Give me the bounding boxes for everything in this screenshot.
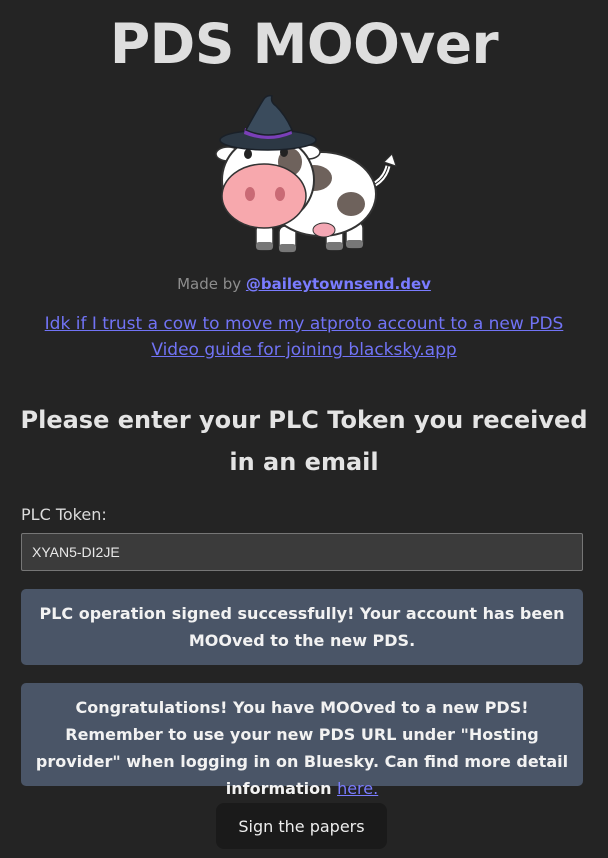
credit-prefix: Made by	[177, 275, 246, 293]
here-link[interactable]: here.	[337, 779, 378, 798]
plc-token-label: PLC Token:	[21, 505, 107, 524]
success-message: PLC operation signed successfully! Your …	[21, 589, 583, 665]
congrats-text: Congratulations! You have MOOved to a ne…	[35, 698, 569, 798]
page-title: PDS MOOver	[109, 12, 499, 76]
plc-token-input[interactable]	[21, 533, 583, 571]
sign-papers-button[interactable]: Sign the papers	[216, 803, 387, 849]
video-guide-link[interactable]: Video guide for joining blacksky.app	[0, 337, 608, 363]
author-link[interactable]: @baileytownsend.dev	[246, 275, 431, 293]
trust-cow-link[interactable]: Idk if I trust a cow to move my atproto …	[0, 311, 608, 337]
form-heading: Please enter your PLC Token you received…	[20, 406, 588, 476]
credit-line: Made by @baileytownsend.dev	[0, 275, 608, 293]
cow-mascot-illustration	[215, 94, 397, 253]
congrats-message: Congratulations! You have MOOved to a ne…	[21, 683, 583, 798]
info-links: Idk if I trust a cow to move my atproto …	[0, 311, 608, 363]
